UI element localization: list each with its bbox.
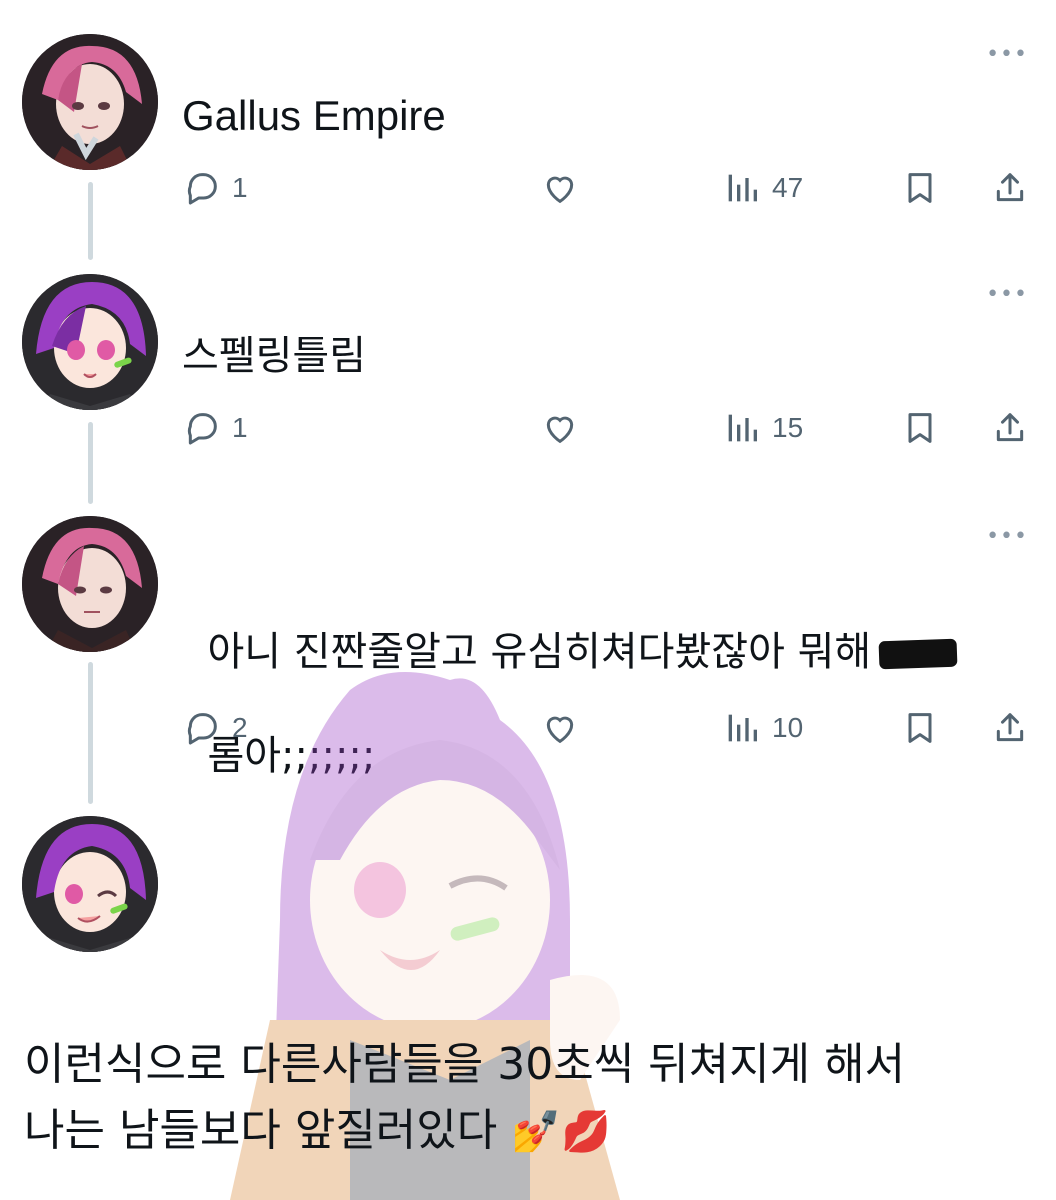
view-count: 10: [772, 712, 804, 743]
share-icon: [996, 173, 1024, 202]
post-actions: 1 15: [182, 408, 1032, 452]
post-actions: 2 10: [182, 708, 1032, 752]
views-button[interactable]: 10: [722, 708, 803, 748]
bookmark-icon: [908, 413, 932, 443]
thread-connector: [88, 182, 93, 260]
view-count: 47: [772, 172, 804, 203]
post-actions: 1 47: [182, 168, 1032, 212]
thread-connector: [88, 422, 93, 504]
like-button[interactable]: [540, 168, 580, 208]
views-button[interactable]: 15: [722, 408, 803, 448]
nail-polish-kiss-emoji: 💅💋: [511, 1109, 611, 1155]
like-button[interactable]: [540, 708, 580, 748]
reply-button[interactable]: 1: [182, 168, 248, 208]
views-icon: [728, 414, 757, 442]
bookmark-icon: [908, 713, 932, 743]
reply-button[interactable]: 1: [182, 408, 248, 448]
reply-count: 1: [232, 412, 248, 443]
post-text: Gallus Empire: [182, 92, 446, 139]
more-icon[interactable]: •••: [986, 44, 1028, 66]
like-icon: [546, 176, 574, 204]
avatar-gallus[interactable]: [22, 34, 158, 170]
reply-icon: [187, 173, 217, 205]
final-post-text: 이런식으로 다른사람들을 30초씩 뒤쳐지게 해서 나는 남들보다 앞질러있다 …: [24, 1032, 1016, 1165]
like-button[interactable]: [540, 408, 580, 448]
bookmark-button[interactable]: [900, 708, 940, 748]
post-text-line: 아니 진짠줄알고 유심히쳐다봤잖아 뭐해: [207, 629, 872, 675]
bookmark-button[interactable]: [900, 408, 940, 448]
thread-connector: [88, 662, 93, 804]
bookmark-button[interactable]: [900, 168, 940, 208]
share-icon: [996, 413, 1024, 442]
more-icon[interactable]: •••: [986, 526, 1028, 548]
views-icon: [728, 714, 757, 742]
share-button[interactable]: [990, 708, 1030, 748]
like-icon: [546, 416, 574, 444]
redaction-scribble: [878, 638, 958, 670]
like-icon: [546, 716, 574, 744]
share-icon: [996, 713, 1024, 742]
share-button[interactable]: [990, 168, 1030, 208]
reply-icon: [187, 713, 217, 745]
share-button[interactable]: [990, 408, 1030, 448]
reply-count: 1: [232, 172, 248, 203]
bookmark-icon: [908, 173, 932, 203]
final-post-line: 나는 남들보다 앞질러있다: [24, 1105, 498, 1156]
avatar-gallus[interactable]: [22, 516, 158, 652]
views-icon: [728, 174, 757, 202]
avatar-purple[interactable]: [22, 274, 158, 410]
more-icon[interactable]: •••: [986, 284, 1028, 306]
final-post-line: 이런식으로 다른사람들을 30초씩 뒤쳐지게 해서: [24, 1039, 906, 1090]
avatar-purple-wink[interactable]: [22, 816, 158, 952]
view-count: 15: [772, 412, 804, 443]
reply-button[interactable]: 2: [182, 708, 248, 748]
reply-icon: [187, 413, 217, 445]
reply-count: 2: [232, 712, 248, 743]
post-text: 스펠링틀림: [182, 333, 366, 379]
views-button[interactable]: 47: [722, 168, 803, 208]
